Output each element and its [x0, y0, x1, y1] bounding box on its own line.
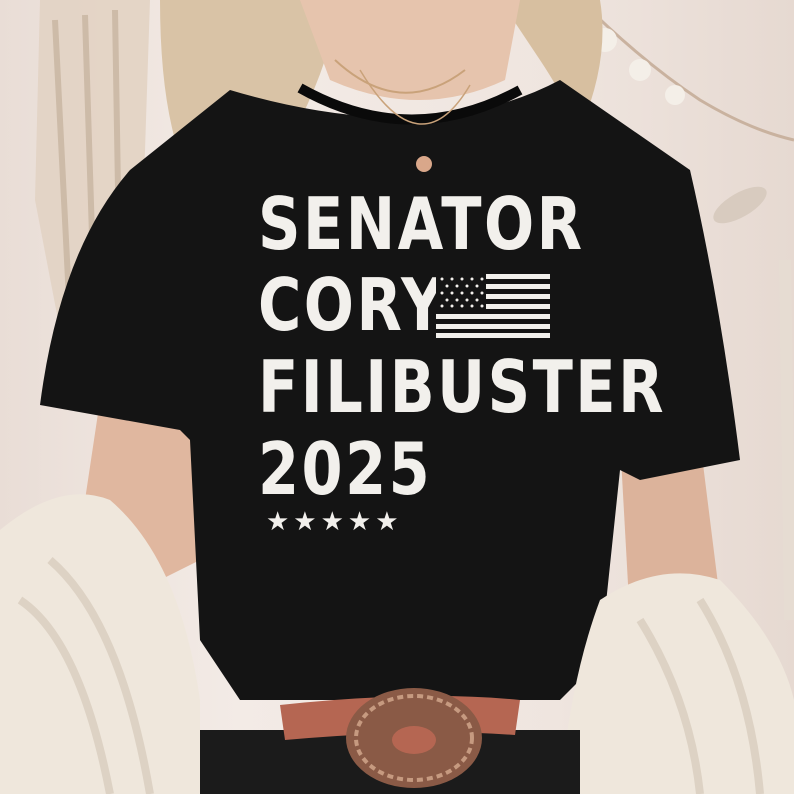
print-line-senator: SENATOR [258, 182, 585, 266]
american-flag-icon [436, 274, 550, 338]
print-line-cory: CORY [258, 263, 447, 347]
neck-skin [300, 0, 520, 100]
star-icon: ★★★★★ [266, 507, 403, 537]
pendant [416, 156, 432, 172]
belt-buckle [346, 688, 482, 788]
product-photo: SENATOR CORY FILIBUSTER 2025 ★★★★★ [0, 0, 794, 794]
print-line-filibuster: FILIBUSTER [258, 345, 667, 429]
print-line-year: 2025 [258, 427, 433, 511]
